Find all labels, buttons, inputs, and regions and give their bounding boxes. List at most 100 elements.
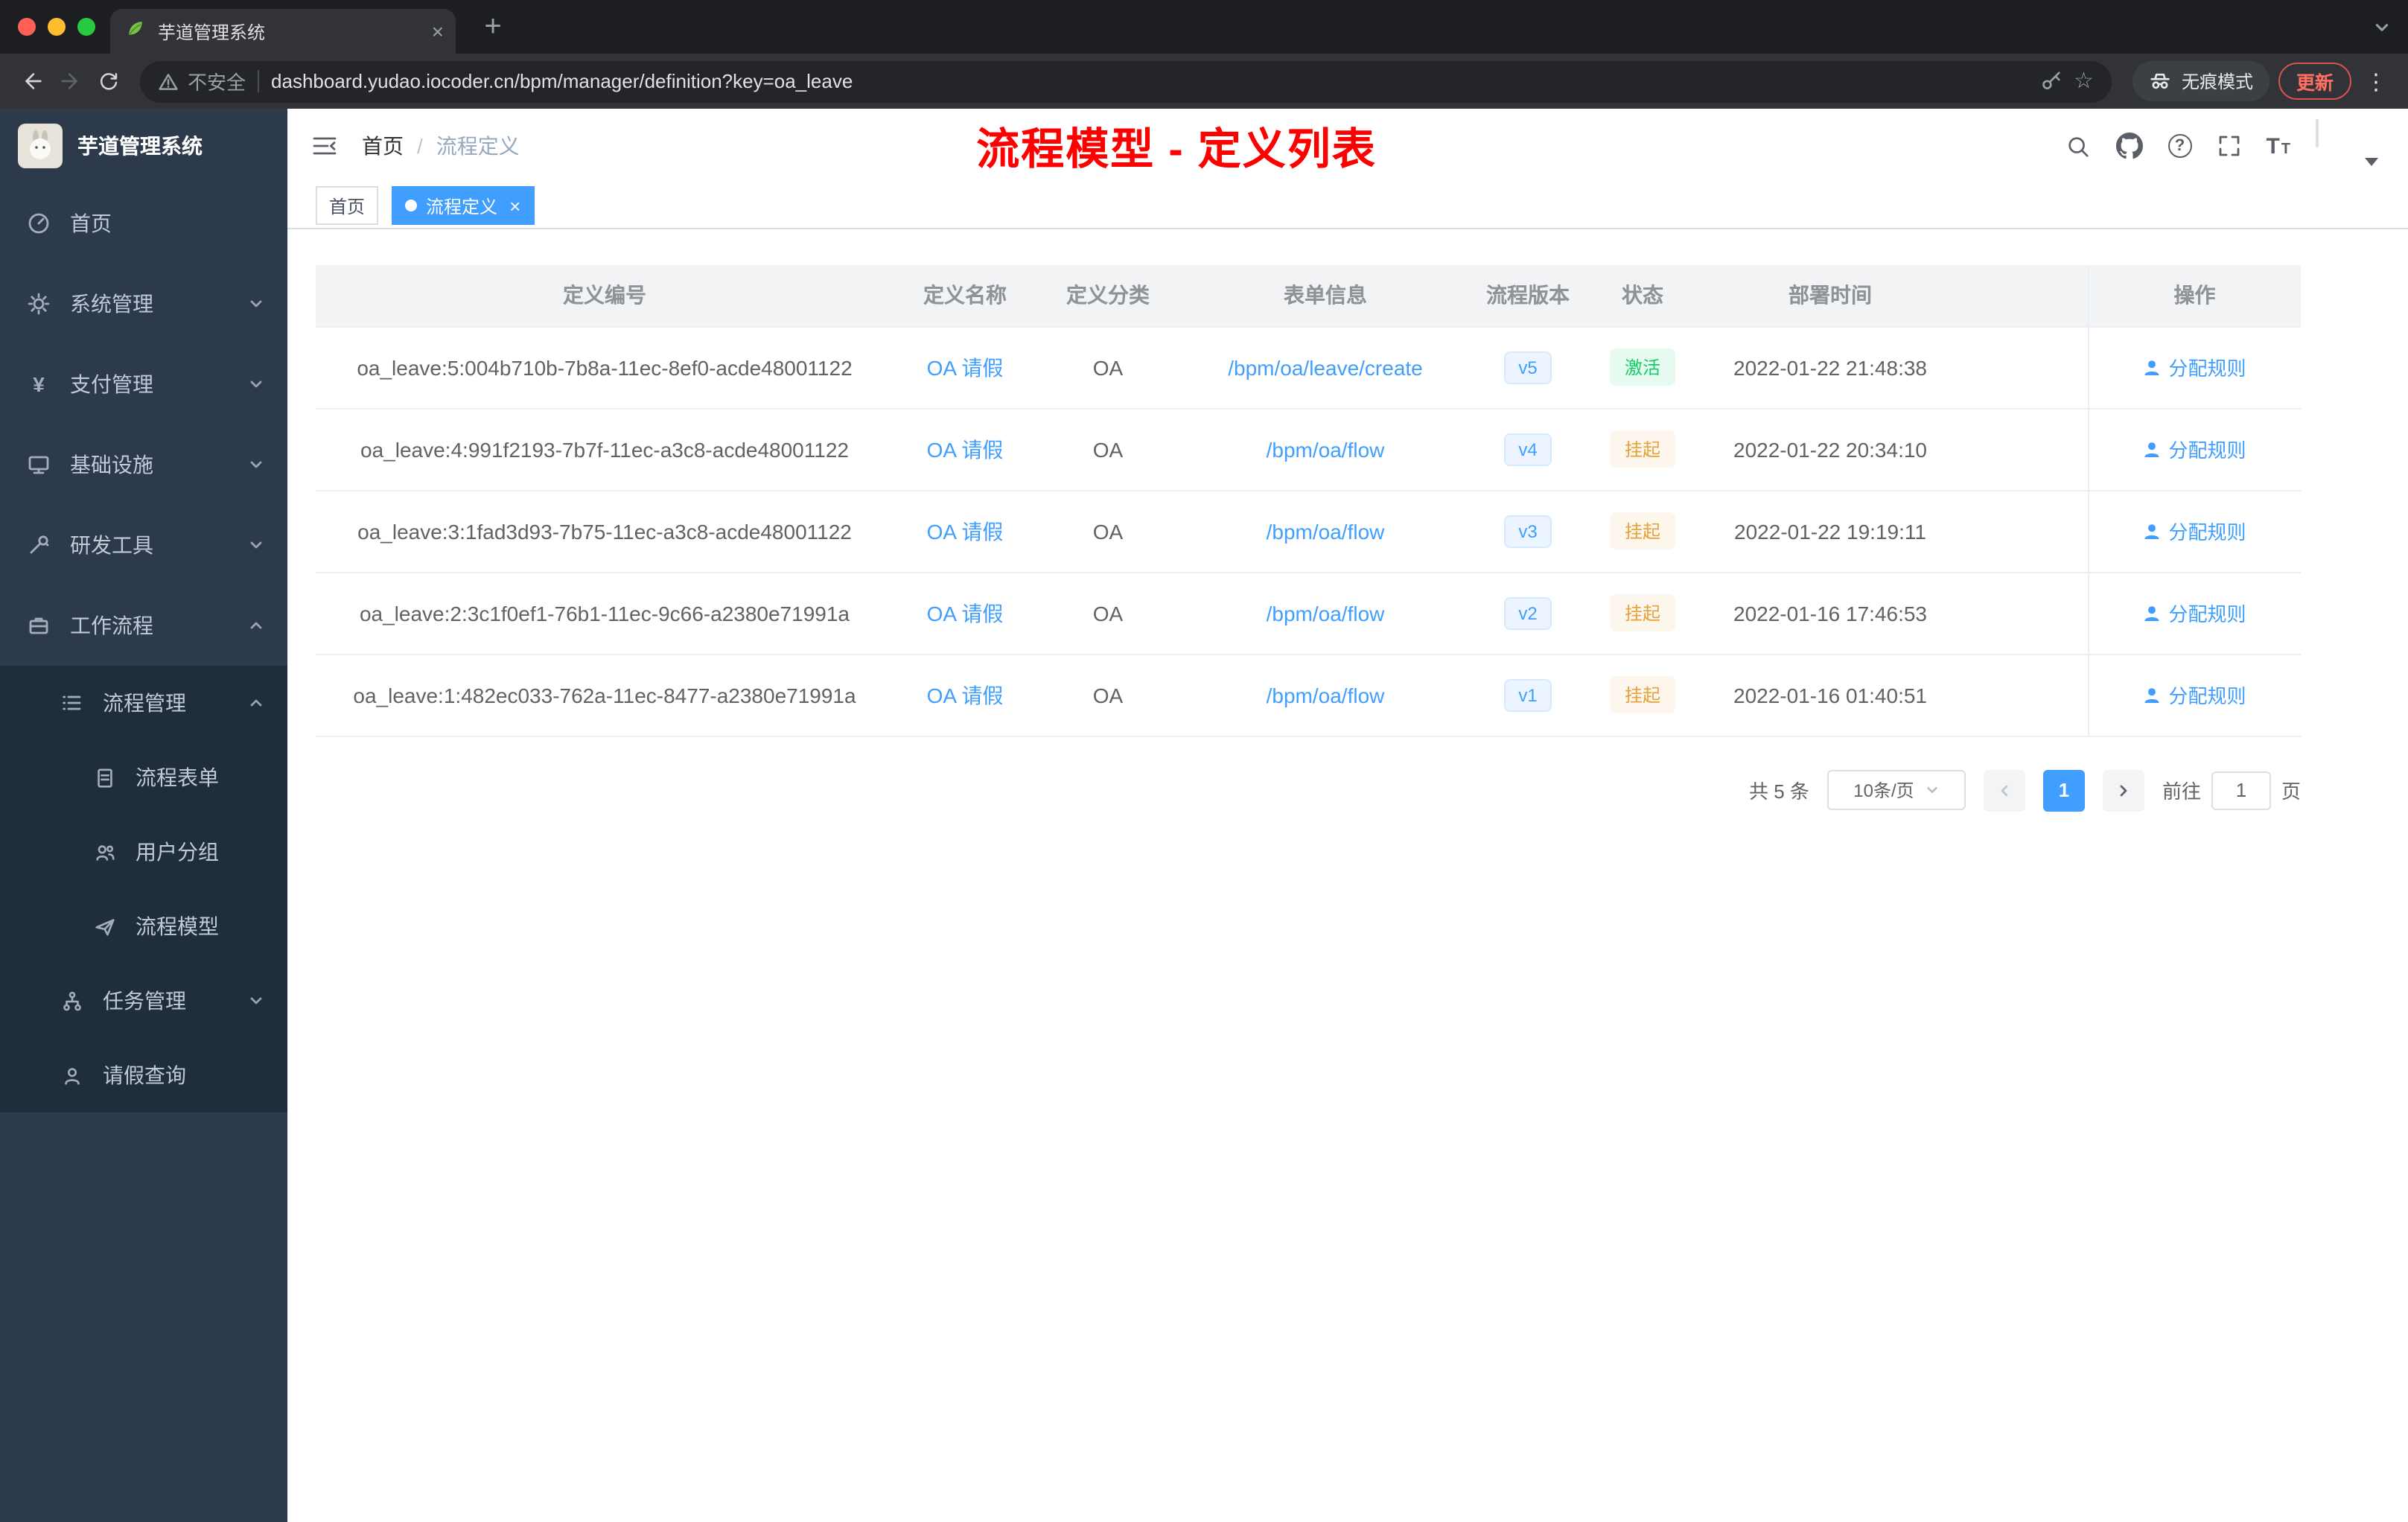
- prev-page-button[interactable]: [1983, 769, 2025, 811]
- definition-name-link[interactable]: OA 请假: [927, 437, 1004, 461]
- definition-name-link[interactable]: OA 请假: [927, 355, 1004, 379]
- window-minimize-button[interactable]: [48, 18, 66, 36]
- version-badge: v5: [1503, 351, 1552, 383]
- deploy-time: 2022-01-16 01:40:51: [1733, 683, 1927, 707]
- sidebar: 芋道管理系统 首页 系统管理 ¥ 支付管理 基础设施 研发工具 工作流程 流程管…: [0, 109, 287, 1522]
- sidebar-item-user-group[interactable]: 用户分组: [0, 815, 287, 889]
- column-header-version: 流程版本: [1471, 265, 1584, 327]
- tree-icon: [60, 989, 83, 1013]
- new-tab-button[interactable]: +: [474, 7, 512, 46]
- status-badge: 挂起: [1609, 430, 1675, 468]
- sidebar-item-process-form[interactable]: 流程表单: [0, 740, 287, 815]
- sidebar-item-workflow[interactable]: 工作流程: [0, 585, 287, 666]
- table-row: oa_leave:4:991f2193-7b7f-11ec-a3c8-acde4…: [316, 408, 2301, 491]
- assign-rule-link[interactable]: 分配规则: [2143, 681, 2246, 709]
- sidebar-item-system[interactable]: 系统管理: [0, 264, 287, 344]
- address-bar[interactable]: 不安全 dashboard.yudao.iocoder.cn/bpm/manag…: [140, 60, 2112, 102]
- help-icon[interactable]: ?: [2167, 134, 2192, 158]
- sidebar-item-home[interactable]: 首页: [0, 183, 287, 264]
- tags-bar: 首页 流程定义 ×: [287, 183, 2408, 229]
- tag-close-icon[interactable]: ×: [509, 196, 520, 215]
- back-button[interactable]: [12, 62, 51, 101]
- tag-current[interactable]: 流程定义 ×: [392, 186, 535, 225]
- assign-rule-link[interactable]: 分配规则: [2143, 517, 2246, 545]
- column-header-category: 定义分类: [1036, 265, 1179, 327]
- browser-menu-button[interactable]: ⋮: [2365, 68, 2387, 95]
- yen-icon: ¥: [33, 372, 45, 396]
- table-row: oa_leave:1:482ec033-762a-11ec-8477-a2380…: [316, 654, 2301, 736]
- person-icon: [2144, 360, 2160, 375]
- status-badge: 激活: [1609, 348, 1675, 386]
- tab-close-icon[interactable]: ×: [432, 21, 444, 42]
- fullscreen-icon[interactable]: [2217, 134, 2240, 158]
- warning-icon: [159, 73, 178, 89]
- forward-button[interactable]: [51, 62, 89, 101]
- person-icon: [2144, 687, 2160, 702]
- reload-button[interactable]: [89, 62, 128, 101]
- sidebar-item-payment[interactable]: ¥ 支付管理: [0, 344, 287, 424]
- definition-name-link[interactable]: OA 请假: [927, 601, 1004, 625]
- form-link[interactable]: /bpm/oa/flow: [1267, 683, 1385, 707]
- font-size-icon[interactable]: TT: [2266, 135, 2290, 157]
- chevron-down-icon: [249, 457, 264, 472]
- window-zoom-button[interactable]: [77, 18, 95, 36]
- pagination: 共 5 条 10条/页 1 前往 页: [316, 769, 2301, 811]
- definition-id: oa_leave:4:991f2193-7b7f-11ec-a3c8-acde4…: [360, 437, 849, 461]
- form-link[interactable]: /bpm/oa/flow: [1267, 519, 1385, 543]
- goto-page-input[interactable]: [2211, 771, 2271, 809]
- app-header: 首页 / 流程定义 流程模型 - 定义列表 ? TT: [287, 109, 2408, 183]
- column-header-form: 表单信息: [1179, 265, 1471, 327]
- send-icon: [92, 914, 116, 938]
- search-icon[interactable]: [2065, 133, 2090, 159]
- form-link[interactable]: /bpm/oa/leave/create: [1228, 355, 1423, 379]
- sidebar-item-task-management[interactable]: 任务管理: [0, 964, 287, 1038]
- security-chip[interactable]: 不安全: [158, 67, 246, 95]
- url-text: dashboard.yudao.iocoder.cn/bpm/manager/d…: [271, 70, 853, 92]
- tab-search-chevron-icon[interactable]: [2374, 19, 2390, 36]
- form-link[interactable]: /bpm/oa/flow: [1267, 601, 1385, 625]
- caret-down-icon: [1926, 783, 1940, 797]
- page-content: 定义编号 定义名称 定义分类 表单信息 流程版本 状态 部署时间 操作 oa_l…: [287, 229, 2408, 1522]
- breadcrumb-home[interactable]: 首页: [362, 131, 404, 161]
- update-button[interactable]: 更新: [2278, 63, 2351, 100]
- definition-category: OA: [1092, 355, 1124, 379]
- github-icon[interactable]: [2115, 133, 2143, 159]
- person-icon: [60, 1063, 83, 1087]
- sidebar-item-leave-query[interactable]: 请假查询: [0, 1038, 287, 1112]
- tools-icon: [27, 533, 51, 557]
- assign-rule-link[interactable]: 分配规则: [2143, 435, 2246, 463]
- column-header-name: 定义名称: [894, 265, 1036, 327]
- next-page-button[interactable]: [2102, 769, 2144, 811]
- screen: 芋道管理系统 × + 不安全 dashboard.yudao.iocoder.c…: [0, 0, 2408, 1522]
- sidebar-collapse-button[interactable]: [311, 133, 338, 159]
- sidebar-item-process-model[interactable]: 流程模型: [0, 889, 287, 964]
- tag-home[interactable]: 首页: [316, 186, 379, 225]
- user-avatar[interactable]: [2316, 119, 2378, 171]
- definition-name-link[interactable]: OA 请假: [927, 683, 1004, 707]
- sidebar-item-infrastructure[interactable]: 基础设施: [0, 424, 287, 505]
- workflow-submenu: 流程管理 流程表单 用户分组 流程模型 任务管理 请假查询: [0, 666, 287, 1112]
- definition-name-link[interactable]: OA 请假: [927, 519, 1004, 543]
- favicon-icon: [125, 17, 146, 45]
- form-link[interactable]: /bpm/oa/flow: [1267, 437, 1385, 461]
- page-number-button[interactable]: 1: [2042, 769, 2085, 811]
- sidebar-item-devtools[interactable]: 研发工具: [0, 505, 287, 585]
- browser-tabstrip: 芋道管理系统 × +: [0, 0, 2408, 54]
- bookmark-star-icon[interactable]: ☆: [2074, 70, 2094, 92]
- chevron-down-icon: [249, 296, 264, 311]
- gear-icon: [27, 292, 51, 316]
- users-icon: [92, 840, 116, 864]
- window-close-button[interactable]: [18, 18, 36, 36]
- assign-rule-link[interactable]: 分配规则: [2143, 353, 2246, 381]
- chevron-up-icon: [249, 695, 264, 710]
- page-size-select[interactable]: 10条/页: [1826, 770, 1966, 810]
- assign-rule-link[interactable]: 分配规则: [2143, 599, 2246, 627]
- sidebar-item-process-management[interactable]: 流程管理: [0, 666, 287, 740]
- avatar-image: [2316, 119, 2319, 147]
- incognito-badge: 无痕模式: [2132, 61, 2270, 101]
- document-icon: [92, 765, 116, 789]
- definition-category: OA: [1092, 601, 1124, 625]
- browser-tab[interactable]: 芋道管理系统 ×: [110, 9, 456, 54]
- person-icon: [2144, 523, 2160, 538]
- password-key-icon[interactable]: [2039, 70, 2062, 92]
